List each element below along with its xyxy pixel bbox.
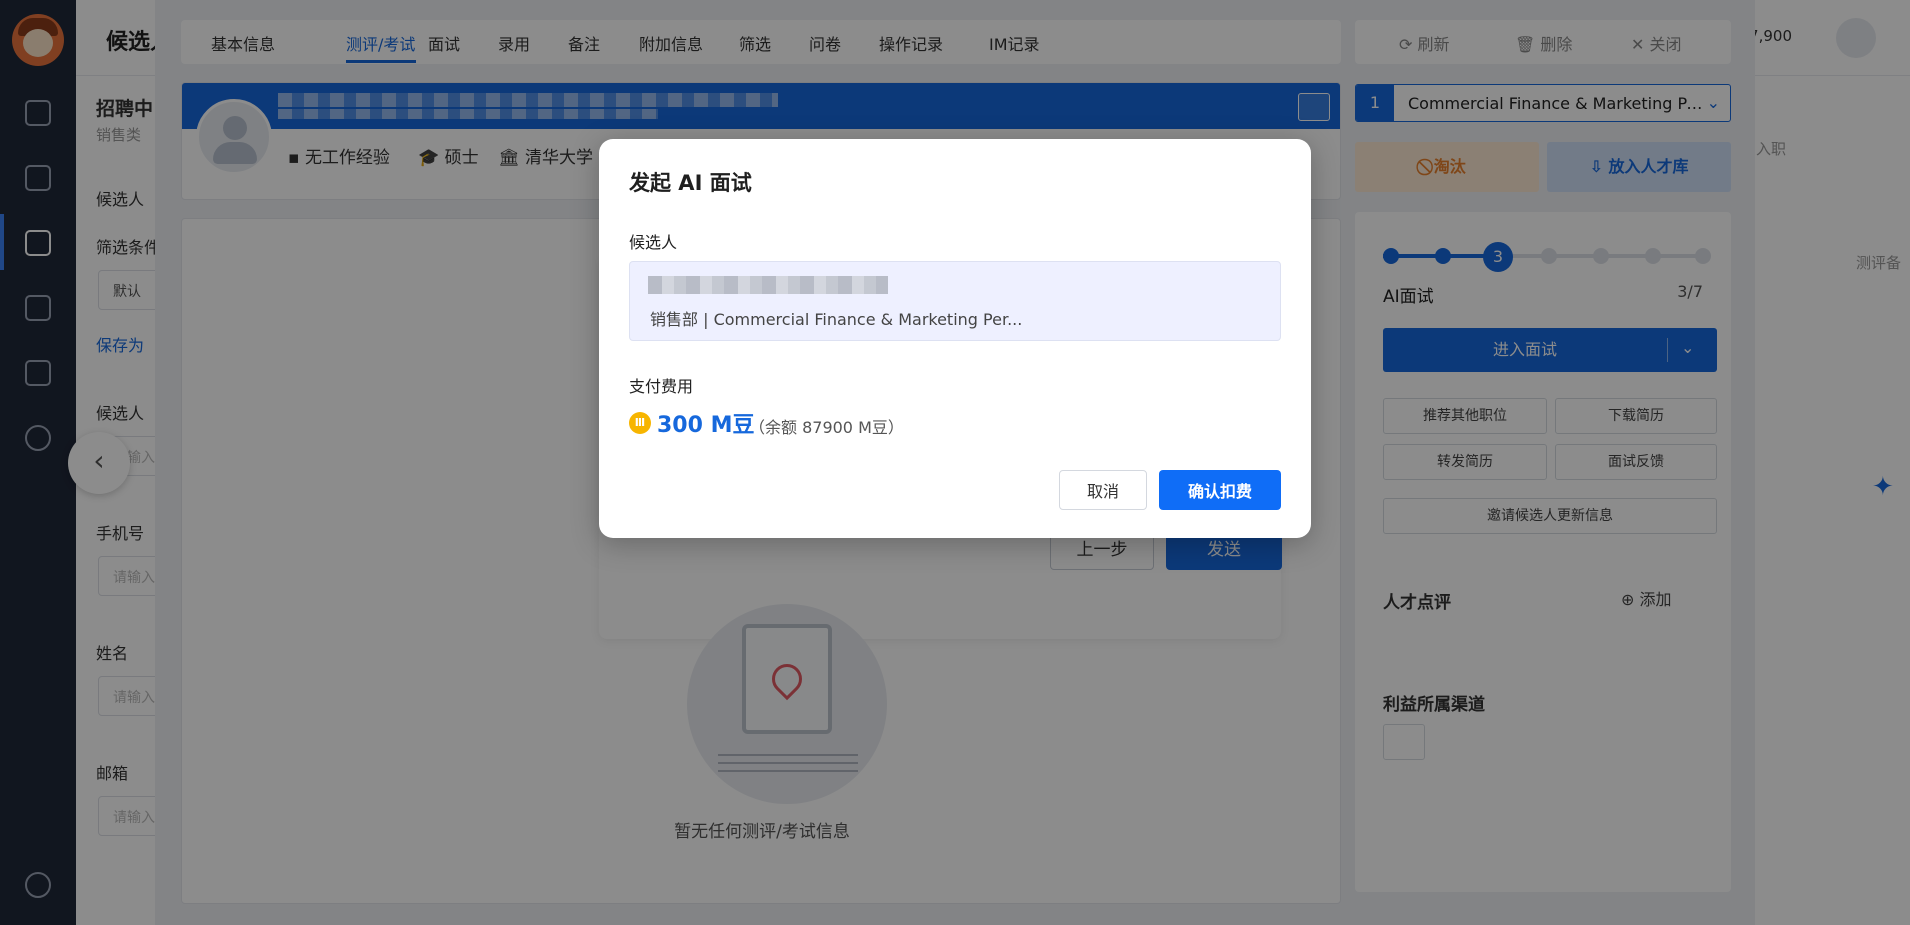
ai-interview-modal: 发起 AI 面试 候选人 销售部 | Commercial Finance & … — [599, 139, 1311, 538]
redacted-candidate-name — [648, 276, 888, 294]
candidate-summary: 销售部 | Commercial Finance & Marketing Per… — [629, 261, 1281, 341]
candidate-department-job: 销售部 | Commercial Finance & Marketing Per… — [650, 310, 1023, 329]
fee-amount: 300 M豆 — [657, 413, 755, 438]
coin-icon: Ⅲ — [629, 412, 651, 434]
fee-field-label: 支付费用 — [629, 377, 694, 396]
confirm-charge-button[interactable]: 确认扣费 — [1159, 470, 1281, 510]
modal-title: 发起 AI 面试 — [629, 171, 752, 195]
candidate-field-label: 候选人 — [629, 233, 678, 252]
cancel-button[interactable]: 取消 — [1059, 470, 1147, 510]
balance-remaining: （余额 87900 M豆） — [749, 418, 904, 437]
